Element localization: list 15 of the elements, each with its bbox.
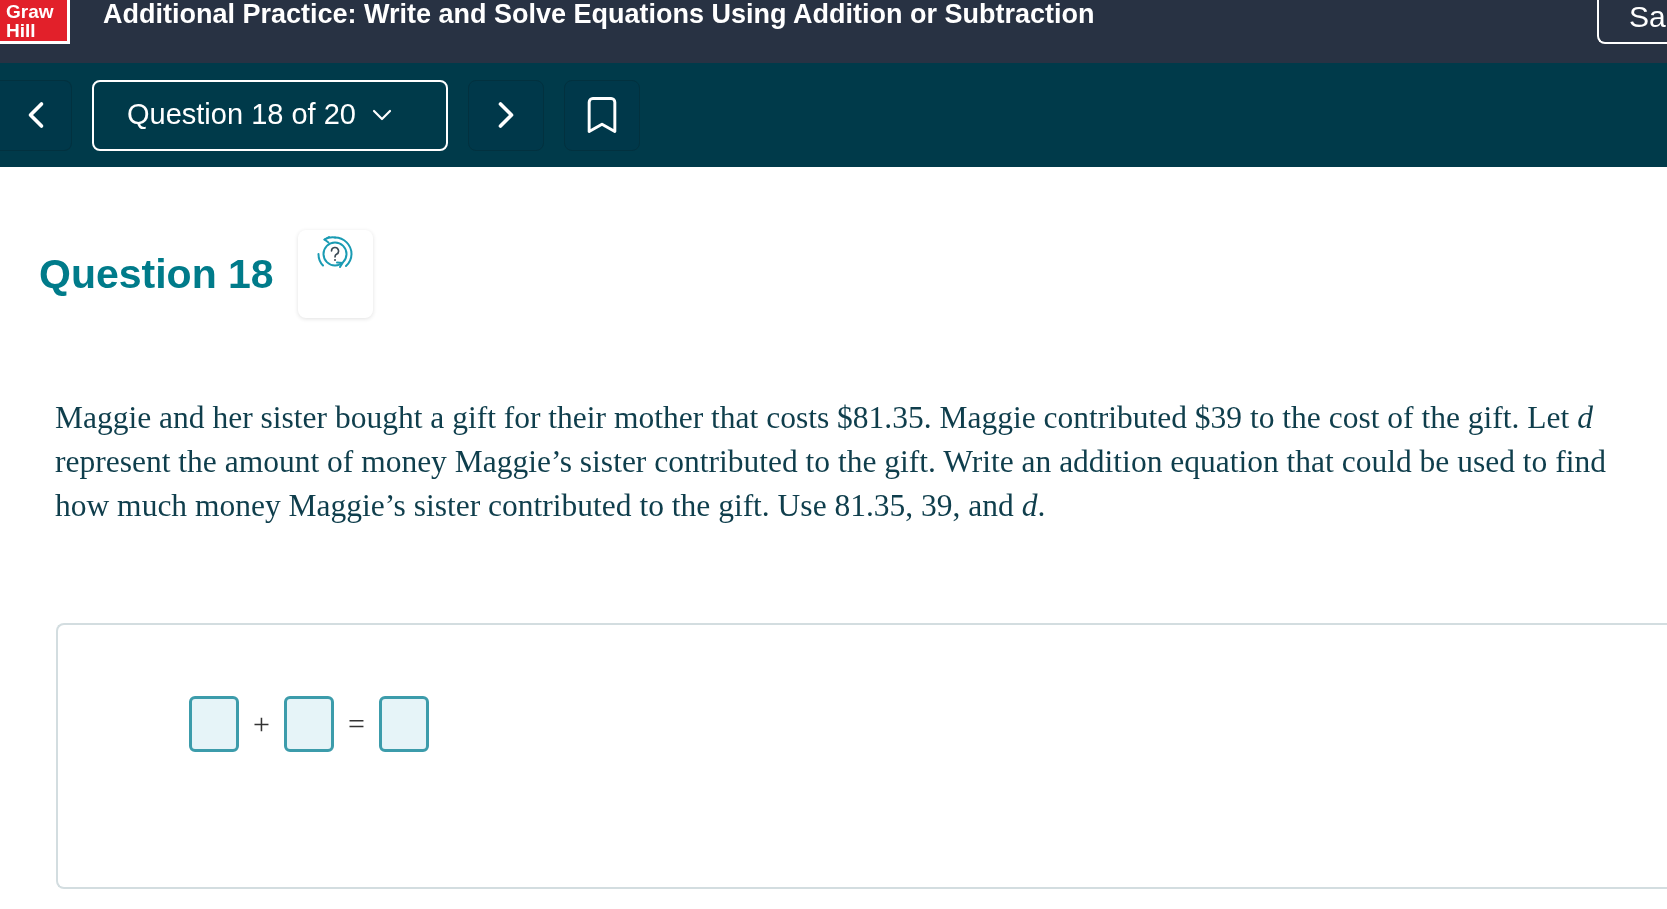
save-button[interactable]: Sa [1597, 0, 1667, 44]
question-prompt: Maggie and her sister bought a gift for their mother that costs $81.35. Maggie contributed $39 to the cost of the gift. Let d represent the amount of money Maggie’s sister contributed to the gift. Write an addition equation that could be used to find how much money Maggie’s sister contributed to the gift. Use 81.35, 39, and d. [55, 399, 1607, 525]
question-heading: Question 18 [39, 252, 274, 296]
next-button[interactable] [468, 79, 544, 151]
assignment-title: Additional Practice: Write and Solve Equations Using Addition or Subtraction [103, 1, 1095, 28]
publisher-logo: Graw Hill [0, 0, 70, 44]
math-operator: + [252, 709, 271, 739]
help-card[interactable] [297, 230, 373, 318]
previous-button[interactable] [0, 79, 72, 151]
answer-box[interactable] [283, 696, 334, 752]
answer-box[interactable] [378, 696, 429, 752]
math-operator: = [346, 709, 366, 739]
answer-box[interactable] [189, 696, 239, 752]
question-dropdown[interactable]: Question 18 of 20 [92, 79, 448, 151]
bookmark-button[interactable] [564, 79, 640, 151]
